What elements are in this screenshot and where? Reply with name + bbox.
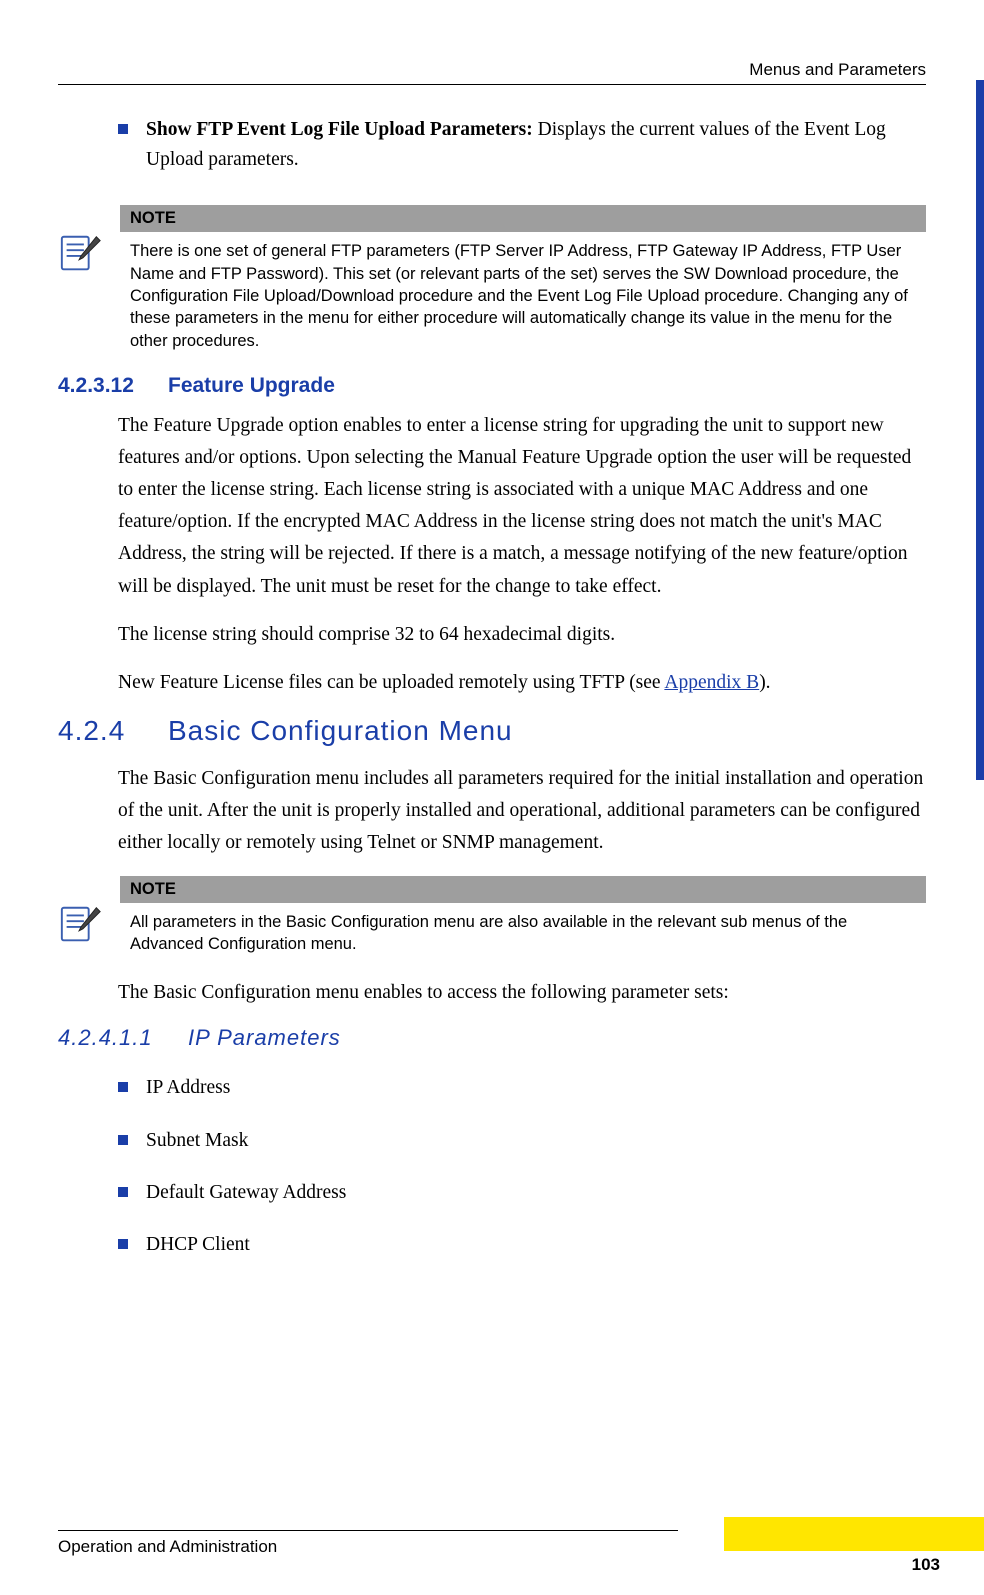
footer-rule xyxy=(58,1530,678,1531)
text-span: New Feature License files can be uploade… xyxy=(118,672,664,693)
bullet-text: IP Address xyxy=(146,1073,926,1103)
note-text: All parameters in the Basic Configuratio… xyxy=(120,903,926,960)
header-rule xyxy=(58,84,926,85)
note-icon xyxy=(58,902,108,953)
paragraph: New Feature License files can be uploade… xyxy=(118,667,926,699)
note-block: NOTE There is one set of general FTP par… xyxy=(58,205,926,355)
heading-text: IP Parameters xyxy=(188,1025,341,1051)
heading-ip-parameters: 4.2.4.1.1 IP Parameters xyxy=(58,1025,926,1051)
bullet-icon xyxy=(118,1239,128,1249)
bullet-icon xyxy=(118,1135,128,1145)
paragraph: The Feature Upgrade option enables to en… xyxy=(118,410,926,603)
list-item: Show FTP Event Log File Upload Parameter… xyxy=(118,115,926,175)
note-label: NOTE xyxy=(120,205,926,232)
heading-basic-config: 4.2.4 Basic Configuration Menu xyxy=(58,715,926,747)
side-tab xyxy=(976,80,984,780)
list-item: IP Address xyxy=(118,1073,926,1103)
heading-feature-upgrade: 4.2.3.12 Feature Upgrade xyxy=(58,374,926,398)
bullet-icon xyxy=(118,1187,128,1197)
paragraph: The Basic Configuration menu includes al… xyxy=(118,763,926,860)
heading-text: Basic Configuration Menu xyxy=(168,715,513,747)
bullet-lead: Show FTP Event Log File Upload Parameter… xyxy=(146,119,533,140)
text-span: ). xyxy=(759,672,770,693)
footer-text: Operation and Administration xyxy=(58,1537,926,1557)
appendix-link[interactable]: Appendix B xyxy=(664,672,759,693)
note-label: NOTE xyxy=(120,876,926,903)
list-item: Subnet Mask xyxy=(118,1126,926,1156)
note-icon xyxy=(58,231,108,282)
note-text: There is one set of general FTP paramete… xyxy=(120,232,926,355)
running-header: Menus and Parameters xyxy=(58,60,926,80)
bullet-text: DHCP Client xyxy=(146,1230,926,1260)
note-block: NOTE All parameters in the Basic Configu… xyxy=(58,876,926,960)
heading-number: 4.2.4.1.1 xyxy=(58,1025,188,1051)
page-number: 103 xyxy=(912,1555,940,1575)
bullet-icon xyxy=(118,1082,128,1092)
heading-text: Feature Upgrade xyxy=(168,374,335,398)
paragraph: The license string should comprise 32 to… xyxy=(118,619,926,651)
heading-number: 4.2.4 xyxy=(58,715,168,747)
bullet-text: Subnet Mask xyxy=(146,1126,926,1156)
footer: Operation and Administration xyxy=(58,1530,926,1557)
heading-number: 4.2.3.12 xyxy=(58,374,168,398)
paragraph: The Basic Configuration menu enables to … xyxy=(118,977,926,1009)
bullet-text: Show FTP Event Log File Upload Parameter… xyxy=(146,115,926,175)
bullet-text: Default Gateway Address xyxy=(146,1178,926,1208)
list-item: Default Gateway Address xyxy=(118,1178,926,1208)
bullet-icon xyxy=(118,124,128,134)
list-item: DHCP Client xyxy=(118,1230,926,1260)
